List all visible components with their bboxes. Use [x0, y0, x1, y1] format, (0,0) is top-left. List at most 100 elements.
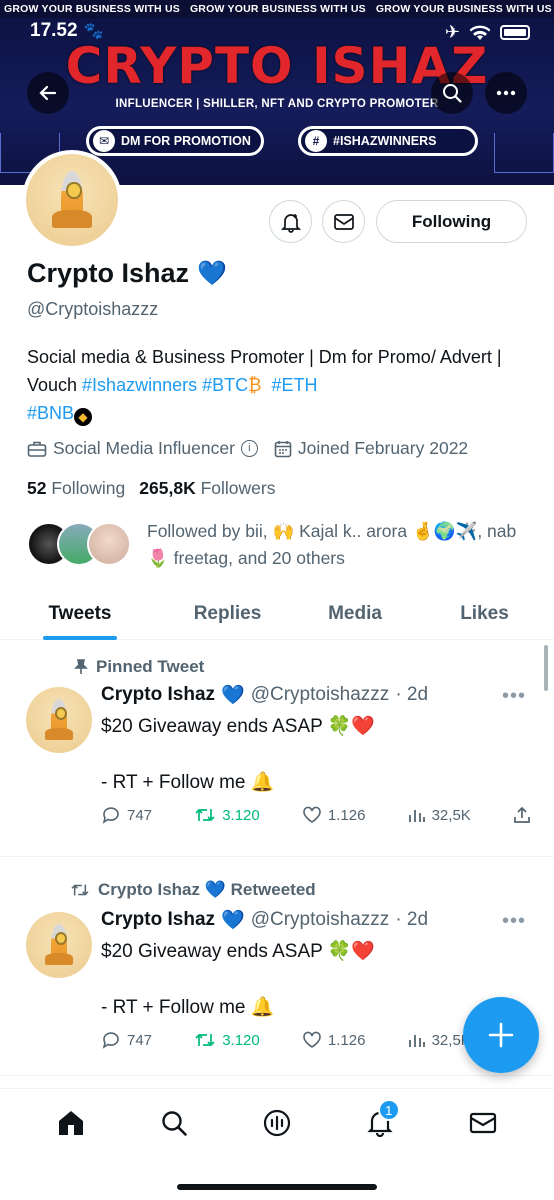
profile-meta: Social Media Influencer i Joined Februar… — [27, 438, 468, 459]
nav-search[interactable] — [154, 1103, 194, 1143]
tweet-header: Crypto Ishaz 💙 @Cryptoishazzz · 2d — [101, 909, 429, 931]
home-indicator[interactable] — [177, 1184, 377, 1190]
message-button[interactable] — [322, 200, 365, 243]
mail-icon: ✉ — [93, 130, 115, 152]
profile-tabs: Tweets Replies Media Likes — [0, 588, 554, 640]
mail-icon — [333, 213, 354, 230]
back-button[interactable] — [27, 72, 69, 114]
nav-notifications[interactable]: 1 — [360, 1099, 400, 1143]
hashtag-pill: # #ISHAZWINNERS — [298, 126, 478, 156]
like-button[interactable]: 1.126 — [302, 806, 365, 824]
bell-plus-icon — [280, 213, 301, 233]
bnb-icon: ◆ — [74, 408, 93, 426]
tab-media[interactable]: Media — [295, 588, 415, 639]
nav-home[interactable] — [51, 1103, 91, 1143]
blue-heart-icon: 💙 — [197, 260, 227, 287]
follower-avatars — [27, 518, 133, 566]
share-icon — [514, 806, 530, 823]
tweet-text: $20 Giveaway ends ASAP 🍀❤️ - RT + Follow… — [101, 716, 376, 793]
views-button[interactable]: 32,5K — [408, 806, 471, 824]
tweet-avatar[interactable] — [26, 912, 92, 978]
joined-date: Joined February 2022 — [274, 438, 468, 459]
hashtag-link[interactable]: #BTC — [202, 375, 248, 395]
banner-ticker: GROW YOUR BUSINESS WITH US GROW YOUR BUS… — [0, 0, 554, 18]
views-button[interactable]: 32,5K — [408, 1031, 471, 1049]
nav-messages[interactable] — [463, 1103, 503, 1143]
info-icon[interactable]: i — [240, 440, 258, 457]
dm-promotion-pill: ✉ DM FOR PROMOTION — [86, 126, 264, 156]
reply-button[interactable]: 747 — [101, 805, 152, 825]
ticker-text: GROW YOUR BUSINESS WITH US — [189, 3, 366, 15]
pin-icon — [74, 659, 88, 674]
following-button[interactable]: Following — [376, 200, 527, 243]
profile-avatar[interactable] — [22, 150, 122, 250]
ticker-text: GROW YOUR BUSINESS WITH US — [4, 3, 180, 15]
category: Social Media Influencer i — [27, 438, 258, 459]
tweet-header: Crypto Ishaz 💙 @Cryptoishazzz · 2d — [101, 684, 429, 706]
followed-by-text: Followed by bii, 🙌 Kajal k.. arora 🤞🌍✈️,… — [147, 521, 517, 568]
pinned-label: Pinned Tweet — [74, 657, 204, 677]
hashtag-link[interactable]: #Ishazwinners — [82, 375, 197, 395]
notifications-bell-button[interactable] — [269, 200, 312, 243]
reply-icon — [102, 807, 119, 824]
tweet-more-button[interactable]: ••• — [502, 685, 526, 708]
like-button[interactable]: 1.126 — [302, 1031, 365, 1049]
rocket-avatar-image — [52, 170, 92, 228]
followers-count-link[interactable]: 265,8K Followers — [139, 478, 275, 499]
hashtag-link[interactable]: #ETH — [271, 375, 317, 395]
hash-icon: # — [305, 130, 327, 152]
reply-button[interactable]: 747 — [101, 1030, 152, 1050]
tab-tweets[interactable]: Tweets — [0, 588, 160, 639]
search-icon — [443, 84, 462, 103]
blue-heart-icon: 💙 — [221, 910, 245, 931]
hashtag-link[interactable]: #BNB — [27, 403, 74, 423]
notification-badge: 1 — [377, 1099, 400, 1121]
rocket-avatar-image — [44, 923, 73, 965]
retweet-icon — [195, 1033, 215, 1047]
tweet-avatar[interactable] — [26, 687, 92, 753]
profile-handle: @Cryptoishazzz — [27, 299, 159, 319]
retweeted-label: Crypto Ishaz 💙 Retweeted — [70, 880, 316, 900]
circuit-decoration — [494, 133, 554, 173]
tab-replies[interactable]: Replies — [160, 588, 295, 639]
tab-likes[interactable]: Likes — [415, 588, 554, 639]
more-button[interactable] — [485, 72, 527, 114]
spaces-icon — [263, 1109, 291, 1137]
avatar — [87, 522, 131, 566]
scrollbar[interactable] — [544, 645, 548, 691]
tweet-actions: 747 3.120 1.126 32,5K — [101, 805, 531, 825]
retweet-icon — [195, 808, 215, 822]
retweet-button[interactable]: 3.120 — [194, 806, 260, 824]
nav-spaces[interactable] — [257, 1103, 297, 1143]
tweet-text: $20 Giveaway ends ASAP 🍀❤️ - RT + Follow… — [101, 941, 376, 1018]
share-button[interactable] — [513, 806, 531, 824]
followed-by[interactable]: Followed by bii, 🙌 Kajal k.. arora 🤞🌍✈️,… — [27, 518, 537, 572]
tweet-item[interactable]: Pinned Tweet Crypto Ishaz 💙 @Cryptoishaz… — [0, 641, 554, 857]
follow-stats: 52 Following 265,8K Followers — [27, 478, 275, 499]
briefcase-icon — [27, 441, 47, 457]
search-icon — [162, 1111, 187, 1136]
blue-heart-icon: 💙 — [221, 685, 245, 706]
retweet-icon — [71, 884, 89, 896]
calendar-icon — [274, 440, 292, 457]
profile-bio: Social media & Business Promoter | Dm fo… — [27, 347, 502, 426]
views-icon — [408, 1035, 425, 1047]
ticker-text: GROW YOUR BUSINESS WITH US — [375, 3, 552, 15]
retweet-button[interactable]: 3.120 — [194, 1031, 260, 1049]
heart-icon — [303, 1031, 321, 1048]
heart-icon — [303, 806, 321, 823]
search-button[interactable] — [431, 72, 473, 114]
rocket-avatar-image — [44, 698, 73, 740]
bitcoin-icon: ₿ — [248, 375, 262, 395]
profile-name: Crypto Ishaz 💙 — [27, 258, 227, 288]
views-icon — [408, 810, 425, 822]
more-icon — [496, 90, 516, 96]
home-icon — [59, 1111, 84, 1135]
compose-tweet-button[interactable] — [463, 997, 539, 1073]
mail-icon — [469, 1112, 496, 1134]
following-count-link[interactable]: 52 Following — [27, 478, 125, 499]
reply-icon — [102, 1032, 119, 1049]
plus-icon — [488, 1022, 514, 1048]
arrow-left-icon — [39, 85, 57, 101]
tweet-more-button[interactable]: ••• — [502, 910, 526, 933]
